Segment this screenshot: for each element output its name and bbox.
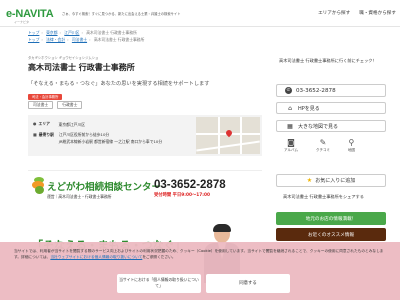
area-label: エリア [38, 121, 50, 126]
breadcrumb-edogawa[interactable]: 江戸川区 [64, 30, 79, 35]
office-info-box: ● エリア 東京都江戸川区 ■ 最寄り駅 江戸川区役所前から徒歩10分 JR総武… [28, 115, 262, 156]
office-kana: タカギシホウショシ ギョウセイショシジムショ [28, 56, 99, 60]
breadcrumb-area: トップ › 東京都 › 江戸川区 › 高木司法書士 行政書士事務所 [28, 30, 137, 35]
phone-icon: ✆ [285, 87, 292, 94]
header-nav: エリアから探す 職・資格から探す [318, 10, 396, 16]
large-map-label: 大きな地図で見る [298, 123, 339, 130]
access-row: ■ 最寄り駅 江戸川区役所前から徒歩10分 JR総武本線新小岩駅 都営新宿線 一… [33, 132, 162, 145]
breadcrumb-current-2: 高木司法書士 行政書士事務所 [93, 37, 145, 42]
site-logo[interactable]: e-NAVITA [6, 8, 54, 20]
breadcrumb-current: 高木司法書士 行政書士事務所 [86, 30, 137, 35]
site-logo-sub: イーナビタ [14, 20, 30, 24]
area-row: ● エリア 東京都江戸川区 [33, 121, 85, 128]
site-header: e-NAVITA イーナビタ さぁ、今すぐ検索！すぐに見つかる、新たに出会える士… [0, 0, 400, 27]
location-pin-icon: ● [33, 121, 37, 126]
sidebar-phone-number: 03-3652-2878 [296, 87, 336, 94]
map-icon: ▦ [287, 122, 293, 130]
area-value: 東京都江戸川区 [58, 122, 86, 127]
page-title: 高木司法書士 行政書士事務所 [28, 63, 135, 72]
breadcrumb-top-2[interactable]: トップ [28, 37, 39, 42]
local-info-button[interactable]: 地元のお店の情報満載！ [276, 212, 386, 225]
album-link[interactable]: ◙ アルバム [284, 138, 298, 153]
banner-center-name: えどがわ相続相談センター [47, 182, 162, 193]
review-link[interactable]: ✎ クチコミ [316, 138, 330, 153]
access-line-2: JR総武本線新小岩駅 都営新宿線 一之江駅 南口から車で10分 [58, 138, 163, 144]
breadcrumb-top[interactable]: トップ [28, 30, 39, 35]
privacy-policy-button[interactable]: 当サイトにおける「個人情報の取り扱いについて」 [117, 274, 201, 293]
breadcrumb-scrivener[interactable]: 司法書士 [72, 37, 87, 42]
privacy-policy-link[interactable]: 当社ウェブサイトにおける個人情報の取り扱いについて [50, 255, 142, 259]
chat-icon: ✎ [319, 138, 327, 147]
sidebar-icon-row: ◙ アルバム ✎ クチコミ ⚲ 地図 [284, 138, 355, 153]
nav-area-search[interactable]: エリアから探す [318, 10, 350, 16]
cookie-message: 当サイトでは、利用者が当サイトを閲覧する際のサービス向上およびサイトの利用状況把… [14, 248, 388, 261]
large-map-button[interactable]: ▦ 大きな地図で見る [276, 120, 386, 132]
breadcrumb-tokyo[interactable]: 東京都 [46, 30, 57, 35]
banner-operator: 運営｜高木司法書士・行政書士事務所 [47, 194, 112, 199]
star-icon: ★ [306, 177, 313, 184]
sidebar-phone-button[interactable]: ✆ 03-3652-2878 [276, 84, 386, 97]
map-link[interactable]: ⚲ 地図 [348, 138, 355, 153]
add-favorite-button[interactable]: ★ お気に入りに追加 [276, 174, 386, 187]
office-catchphrase: 「そなえる・まもる・つなぐ」あなたの思いを実現する相続をサポートします [28, 81, 210, 87]
category-badge: 司法・会計事務所 [28, 94, 63, 100]
banner-phone: 03-3652-2878 [154, 179, 226, 191]
sidebar-heading: 高木司法書士 行政書士事務所に行く前にチェック！ [279, 58, 377, 63]
review-label: クチコミ [315, 148, 330, 152]
map-marker-icon: ⚲ [348, 138, 355, 147]
access-line-1: 江戸川区役所前から徒歩10分 [58, 131, 110, 137]
map-label: 地図 [347, 148, 355, 152]
cookie-text-after: をご参照ください。 [142, 255, 176, 260]
access-label: 最寄り駅 [38, 132, 54, 137]
share-heading: 高木司法書士 行政書士事務所をシェアする [283, 194, 364, 199]
camera-icon: ◙ [287, 138, 295, 147]
cookie-agree-button[interactable]: 同意する [206, 274, 290, 293]
site-tagline: さぁ、今すぐ検索！すぐに見つかる、新たに出会える士業・弁護士の検索サイト [62, 12, 181, 16]
tag-scrivener[interactable]: 司法書士 [28, 101, 54, 109]
home-icon: ⌂ [288, 104, 292, 112]
train-icon: ■ [33, 132, 37, 137]
tag-admin-scrivener[interactable]: 行政書士 [57, 101, 83, 109]
nav-job-search[interactable]: 職・資格から探す [359, 10, 396, 16]
hp-button[interactable]: ⌂ HPを見る [276, 102, 386, 114]
album-label: アルバム [284, 148, 298, 152]
map-pin-icon [224, 128, 234, 138]
hp-button-label: HPを見る [298, 105, 320, 112]
breadcrumb-law[interactable]: 法律・会計 [46, 37, 65, 42]
breadcrumb-category: トップ › 法律・会計 › 司法書士 › 高木司法書士 行政書士事務所 [28, 37, 145, 42]
banner-leaf-icon [32, 177, 46, 195]
nearby-recommend-button[interactable]: お近くのオススメ情報 [276, 228, 386, 241]
banner-hours: 受付時間 平日9:00〜17:00 [154, 193, 210, 198]
favorite-label: お気に入りに追加 [315, 178, 356, 184]
access-value: 江戸川区役所前から徒歩10分 JR総武本線新小岩駅 都営新宿線 一之江駅 南口か… [59, 131, 162, 145]
mini-map[interactable] [196, 117, 260, 154]
tag-list: 司法書士 行政書士 [28, 101, 83, 109]
